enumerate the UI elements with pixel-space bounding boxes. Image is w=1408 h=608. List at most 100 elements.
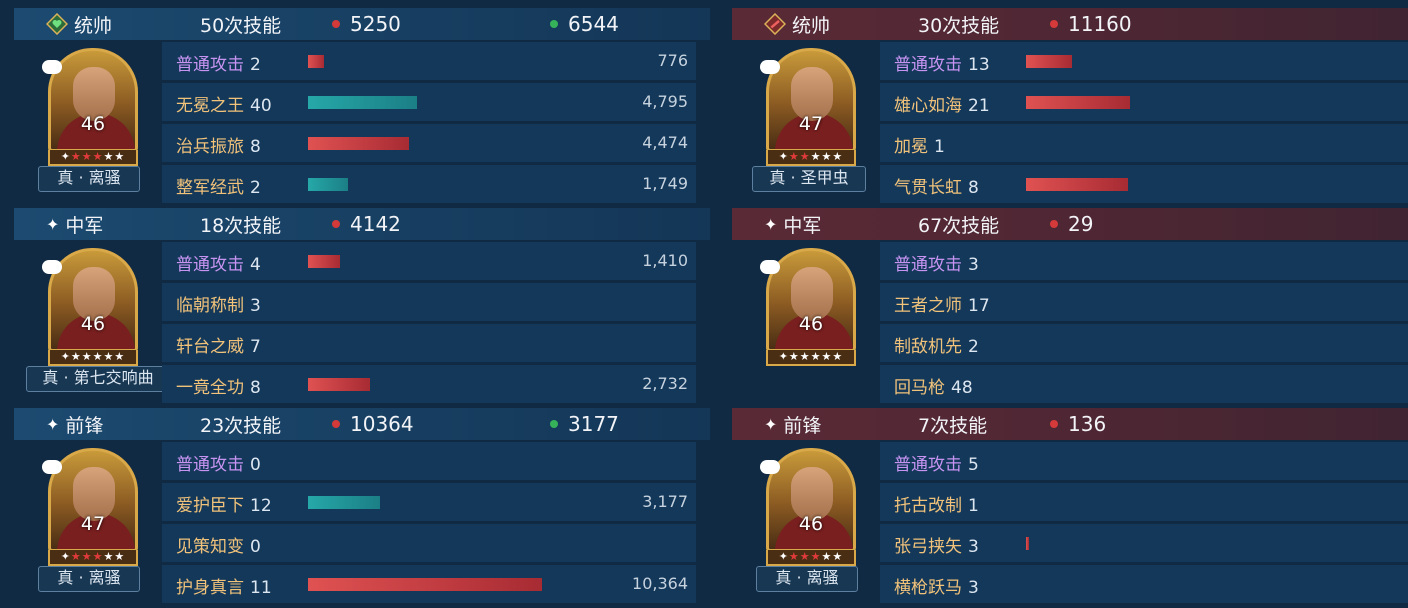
role-text: 统帅	[792, 14, 831, 37]
skill-use-count: 1	[934, 137, 945, 157]
skill-name: 普通攻击 13	[894, 55, 990, 75]
role-text: 中军	[65, 214, 104, 237]
hero-portrait[interactable]: 46 ✦★★★★★	[42, 248, 148, 378]
damage-total: 136	[1050, 412, 1106, 436]
skill-name: 轩台之威 7	[176, 337, 261, 357]
skill-name: 制敌机先 2	[894, 337, 979, 357]
skill-damage-value: 1,410	[642, 251, 688, 270]
damage-dot-icon	[332, 20, 340, 28]
section-header: ✦ 中军 67次技能 29	[732, 208, 1408, 240]
skill-use-count: 4	[250, 255, 261, 275]
skill-use-count: 3	[250, 296, 261, 316]
skill-row: 气贯长虹84,488	[880, 165, 1408, 203]
skill-use-count: 3	[968, 578, 979, 598]
skill-damage-value: 2,732	[642, 374, 688, 393]
star-rating: ✦★★★★★	[48, 350, 138, 366]
skill-name: 爱护臣下 12	[176, 496, 272, 516]
skill-row: 普通攻击132,055	[880, 42, 1408, 80]
damage-total: 4142	[332, 212, 401, 236]
hero-portrait[interactable]: 47 ✦★★★★★	[42, 448, 148, 578]
skill-name: 回马枪 48	[894, 378, 973, 398]
skill-name: 气贯长虹 8	[894, 178, 979, 198]
skill-name: 护身真言 11	[176, 578, 272, 598]
star-rating: ✦★★★★★	[766, 150, 856, 166]
skill-use-count: 1	[968, 496, 979, 516]
four-point-star-icon: ✦	[764, 214, 778, 234]
hero-level: 47	[80, 513, 106, 535]
skill-damage-bar	[308, 137, 409, 150]
hero-level: 46	[80, 313, 106, 335]
hero-level: 47	[798, 113, 824, 135]
skill-row: 无冕之王 40 4,795	[162, 83, 696, 121]
formation-label: 真 · 离骚	[756, 566, 858, 592]
skill-use-count: 48	[951, 378, 973, 398]
skill-use-count: 8	[250, 378, 261, 398]
left-team-panel: 统帅 50次技能 5250 6544 46 ✦★★★★★ 真 · 离骚 普通攻击 2 776 无冕之…	[14, 8, 710, 606]
skill-row: 普通攻击510	[880, 442, 1408, 480]
damage-total: 11160	[1050, 12, 1132, 36]
damage-value: 5250	[350, 12, 401, 36]
skill-count: 7次技能	[918, 414, 988, 437]
damage-dot-icon	[332, 220, 340, 228]
role-label: ✦ 中军	[46, 211, 103, 238]
hero-portrait[interactable]: 46 ✦★★★★★	[760, 448, 866, 578]
role-label: ✦ 前锋	[764, 411, 821, 438]
damage-dot-icon	[1050, 220, 1058, 228]
hero-portrait[interactable]: 46 ✦★★★★★	[42, 48, 148, 178]
skill-use-count: 2	[968, 337, 979, 357]
skill-use-count: 17	[968, 296, 990, 316]
skill-name: 横枪跃马 3	[894, 578, 979, 598]
skill-use-count: 0	[250, 455, 261, 475]
four-point-star-icon: ✦	[764, 414, 778, 434]
skill-use-count: 5	[968, 455, 979, 475]
skill-row: 见策知变 0	[162, 524, 696, 562]
skill-damage-bar	[1026, 537, 1029, 550]
skill-list: 普通攻击 2 776 无冕之王 40 4,795 治兵振旅 8 4,474 整军经武 2 1,749	[162, 42, 696, 206]
commander-heart-icon	[45, 12, 69, 36]
commander-sword-icon	[763, 12, 787, 36]
skill-use-count: 12	[250, 496, 272, 516]
skill-use-count: 8	[968, 178, 979, 198]
skill-damage-value: 4,474	[642, 133, 688, 152]
skill-name: 无冕之王 40	[176, 96, 272, 116]
skill-use-count: 7	[250, 337, 261, 357]
heal-dot-icon	[550, 20, 558, 28]
formation-label: 真 · 圣甲虫	[752, 166, 866, 192]
equipment-tag-icon	[42, 460, 62, 474]
skill-row: 张弓挟矢3126	[880, 524, 1408, 562]
equipment-tag-icon	[42, 260, 62, 274]
role-label: 统帅	[45, 11, 112, 38]
skill-row: 护身真言 11 10,364	[162, 565, 696, 603]
hero-section-1: ✦中军 67次技能 29 46 ✦★★★★★ 普通攻击329 王者之师17 制敌机先2 回马枪4…	[732, 208, 1408, 408]
damage-total: 10364	[332, 412, 414, 436]
hero-level: 46	[798, 313, 824, 335]
damage-value: 29	[1068, 212, 1094, 236]
skill-name: 临朝称制 3	[176, 296, 261, 316]
skill-use-count: 2	[250, 178, 261, 198]
role-label: 统帅	[763, 11, 831, 38]
hero-portrait[interactable]: 47 ✦★★★★★	[760, 48, 866, 178]
section-header: ✦ 前锋 7次技能 136	[732, 408, 1408, 440]
skill-name: 托古改制 1	[894, 496, 979, 516]
skill-row: 一竟全功 8 2,732	[162, 365, 696, 403]
skill-count: 67次技能	[918, 214, 1000, 237]
skill-damage-value: 776	[657, 51, 688, 70]
damage-dot-icon	[1050, 20, 1058, 28]
skill-list: 普通攻击510 托古改制1 张弓挟矢3126 横枪跃马3	[880, 442, 1408, 606]
skill-row: 回马枪 48	[880, 365, 1408, 403]
equipment-tag-icon	[42, 60, 62, 74]
star-rating: ✦★★★★★	[766, 550, 856, 566]
skill-name: 加冕 1	[894, 137, 945, 157]
hero-portrait[interactable]: 46 ✦★★★★★	[760, 248, 866, 378]
skill-damage-bar	[308, 96, 417, 109]
hero-section-2: ✦ 前锋 23次技能 10364 3177 47 ✦★★★★★ 真 · 离骚 普通攻击 0 爱护臣下…	[14, 408, 710, 608]
hero-level: 46	[80, 113, 106, 135]
formation-label: 真 · 第七交响曲	[26, 366, 170, 392]
skill-name: 张弓挟矢 3	[894, 537, 979, 557]
skill-use-count: 3	[968, 537, 979, 557]
formation-label: 真 · 离骚	[38, 166, 140, 192]
damage-dot-icon	[332, 420, 340, 428]
skill-use-count: 3	[968, 255, 979, 275]
role-text: 前锋	[783, 414, 822, 437]
skill-row: 王者之师 17	[880, 283, 1408, 321]
